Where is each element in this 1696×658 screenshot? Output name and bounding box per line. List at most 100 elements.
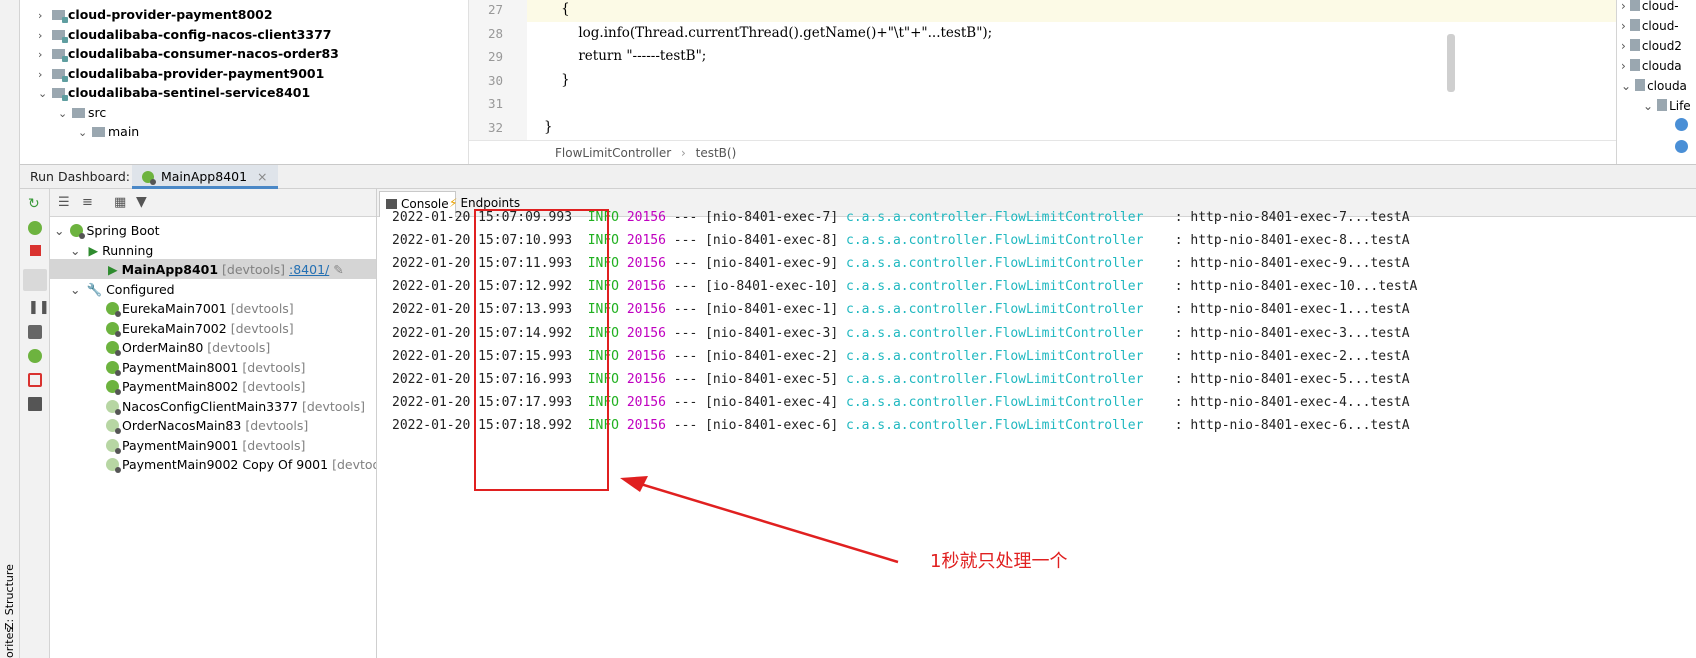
settings-icon[interactable] [28,349,42,363]
breadcrumb: FlowLimitController › testB() [469,140,1616,164]
chevron-down-icon[interactable]: ⌄ [1643,99,1653,113]
chevron-down-icon[interactable]: ⌄ [1621,79,1631,93]
tree-running-app[interactable]: ▶ MainApp8401 [devtools]:8401/ ✎ [108,259,344,280]
breadcrumb-separator: › [681,146,686,160]
chevron-down-icon[interactable]: ⌄ [78,122,92,143]
tree-configured-app[interactable]: OrderNacosMain83 [devtools] [106,415,308,436]
tree-item[interactable]: › cloudalibaba-consumer-nacos-order83 [38,43,339,64]
tree-configured-app[interactable]: OrderMain80 [devtools] [106,337,270,358]
structure-tab[interactable]: Z: Structure [3,564,16,630]
tree-configured-app[interactable]: PaymentMain9002 Copy Of 9001[devtools [106,454,376,475]
close-icon[interactable]: × [257,169,267,184]
tree-configured-app[interactable]: NacosConfigClientMain3377 [devtools] [106,396,365,417]
chevron-down-icon[interactable]: ⌄ [70,282,80,297]
log-pid: 20156 [626,417,666,433]
group-by-icon[interactable] [23,269,47,291]
devtools-tag: [devtools] [302,398,365,414]
tree-item[interactable]: › cloudalibaba-provider-payment9001 [38,63,324,84]
maven-item-label: clouda [1641,59,1682,73]
code-line[interactable]: return "------testB"; [544,48,706,64]
log-class: c.a.s.a.controller.FlowLimitController [846,348,1144,364]
log-class: c.a.s.a.controller.FlowLimitController [846,279,1144,295]
breadcrumb-class[interactable]: FlowLimitController [555,146,671,160]
collapse-all-icon[interactable]: ≡ [82,195,93,210]
chevron-down-icon[interactable]: ⌄ [38,83,52,104]
log-separator: --- [673,279,698,295]
group-icon[interactable]: ▦ [114,195,126,210]
camera-icon[interactable] [28,325,42,339]
tree-item[interactable]: › cloudalibaba-config-nacos-client3377 [38,24,331,45]
tree-configured-app[interactable]: PaymentMain8001 [devtools] [106,357,305,378]
log-message: : http-nio-8401-exec-10...testA [1174,279,1418,295]
tree-configured-app[interactable]: PaymentMain9001 [devtools] [106,435,305,456]
code-line[interactable]: } [544,119,553,135]
maven-item-label: cloud- [1641,0,1679,13]
log-class: c.a.s.a.controller.FlowLimitController [846,371,1144,387]
maven-item[interactable]: › cloud- [1621,16,1679,36]
port-link[interactable]: :8401/ [289,262,329,277]
tree-configured-app[interactable]: PaymentMain8002 [devtools] [106,376,305,397]
app-name: EurekaMain7002 [122,320,227,336]
spring-boot-icon [106,380,121,395]
filter-icon[interactable]: ▼ [136,194,147,210]
chevron-right-icon[interactable]: › [1621,19,1626,33]
gear-icon[interactable] [1675,118,1688,131]
layout-icon[interactable] [28,397,42,411]
tree-item[interactable]: ⌄ main [78,121,139,142]
chevron-down-icon[interactable]: ⌄ [70,243,80,258]
expand-all-icon[interactable]: ☰ [58,195,70,210]
log-message: : http-nio-8401-exec-8...testA [1174,233,1410,249]
tab-mainapp8401[interactable]: MainApp8401 × [132,165,278,189]
tree-item[interactable]: › cloud-provider-payment8002 [38,4,273,25]
maven-item[interactable]: ⌄ Life [1643,96,1691,116]
highlight-box [474,209,609,491]
tree-item[interactable]: ⌄ cloudalibaba-sentinel-service8401 [38,82,310,103]
tree-item-label: cloud-provider-payment8002 [68,7,273,22]
chevron-down-icon[interactable]: ⌄ [54,223,64,238]
code-line[interactable]: { [544,1,570,17]
spring-boot-icon [106,321,121,337]
tree-item[interactable]: ⌄ src [58,102,106,123]
chevron-down-icon[interactable]: ⌄ [58,103,72,124]
maven-item-label: cloud2 [1641,39,1682,53]
editor-scrollbar[interactable] [1447,34,1455,92]
maven-item[interactable]: ⌄ clouda [1621,76,1687,96]
code-editor[interactable]: 27 {28 log.info(Thread.currentThread().g… [468,0,1616,164]
tree-running-group[interactable]: ⌄ ▶ Running [70,240,153,261]
log-date: 2022-01-20 [392,256,471,272]
tree-item-label: cloudalibaba-provider-payment9001 [68,65,325,81]
favorites-tab[interactable]: orites [3,627,16,658]
log-separator: --- [673,210,698,225]
log-pid: 20156 [626,279,666,295]
left-tool-strip: Z: Structure orites [0,0,20,658]
tree-configured-group[interactable]: ⌄ 🔧 Configured [70,279,175,300]
breadcrumb-method[interactable]: testB() [696,146,737,160]
devtools-tag: [devtools [332,457,376,472]
exit-icon[interactable] [28,373,42,387]
debug-icon[interactable] [28,221,42,235]
devtools-tag: [devtools] [207,340,271,355]
tree-configured-app[interactable]: EurekaMain7001 [devtools] [106,298,294,319]
chevron-right-icon[interactable]: › [1621,39,1626,53]
run-icon: ▶ [108,262,118,277]
log-class: c.a.s.a.controller.FlowLimitController [846,417,1144,433]
code-line[interactable]: log.info(Thread.currentThread().getName(… [544,25,992,41]
tree-spring-boot[interactable]: ⌄ Spring Boot [54,220,160,241]
spring-boot-icon [106,302,121,317]
maven-item[interactable]: › cloud2 [1621,36,1682,56]
tree-configured-app[interactable]: EurekaMain7002 [devtools] [106,318,294,339]
run-dashboard-title: Run Dashboard: [30,169,130,184]
maven-item[interactable]: › clouda [1621,56,1682,76]
chevron-right-icon[interactable]: › [1621,59,1626,73]
rerun-icon[interactable]: ↻ [28,197,42,211]
gear-icon[interactable] [1675,140,1688,153]
tree-label: Spring Boot [86,223,160,238]
chevron-right-icon[interactable]: › [1621,0,1626,13]
tab-label: MainApp8401 [160,169,248,184]
code-line[interactable]: } [544,72,570,88]
edit-icon[interactable]: ✎ [333,262,343,277]
stop-icon[interactable] [30,245,41,256]
pause-icon[interactable]: ❚❚ [28,301,50,315]
maven-item-label: Life [1669,99,1691,113]
maven-item[interactable]: › cloud- [1621,0,1679,16]
